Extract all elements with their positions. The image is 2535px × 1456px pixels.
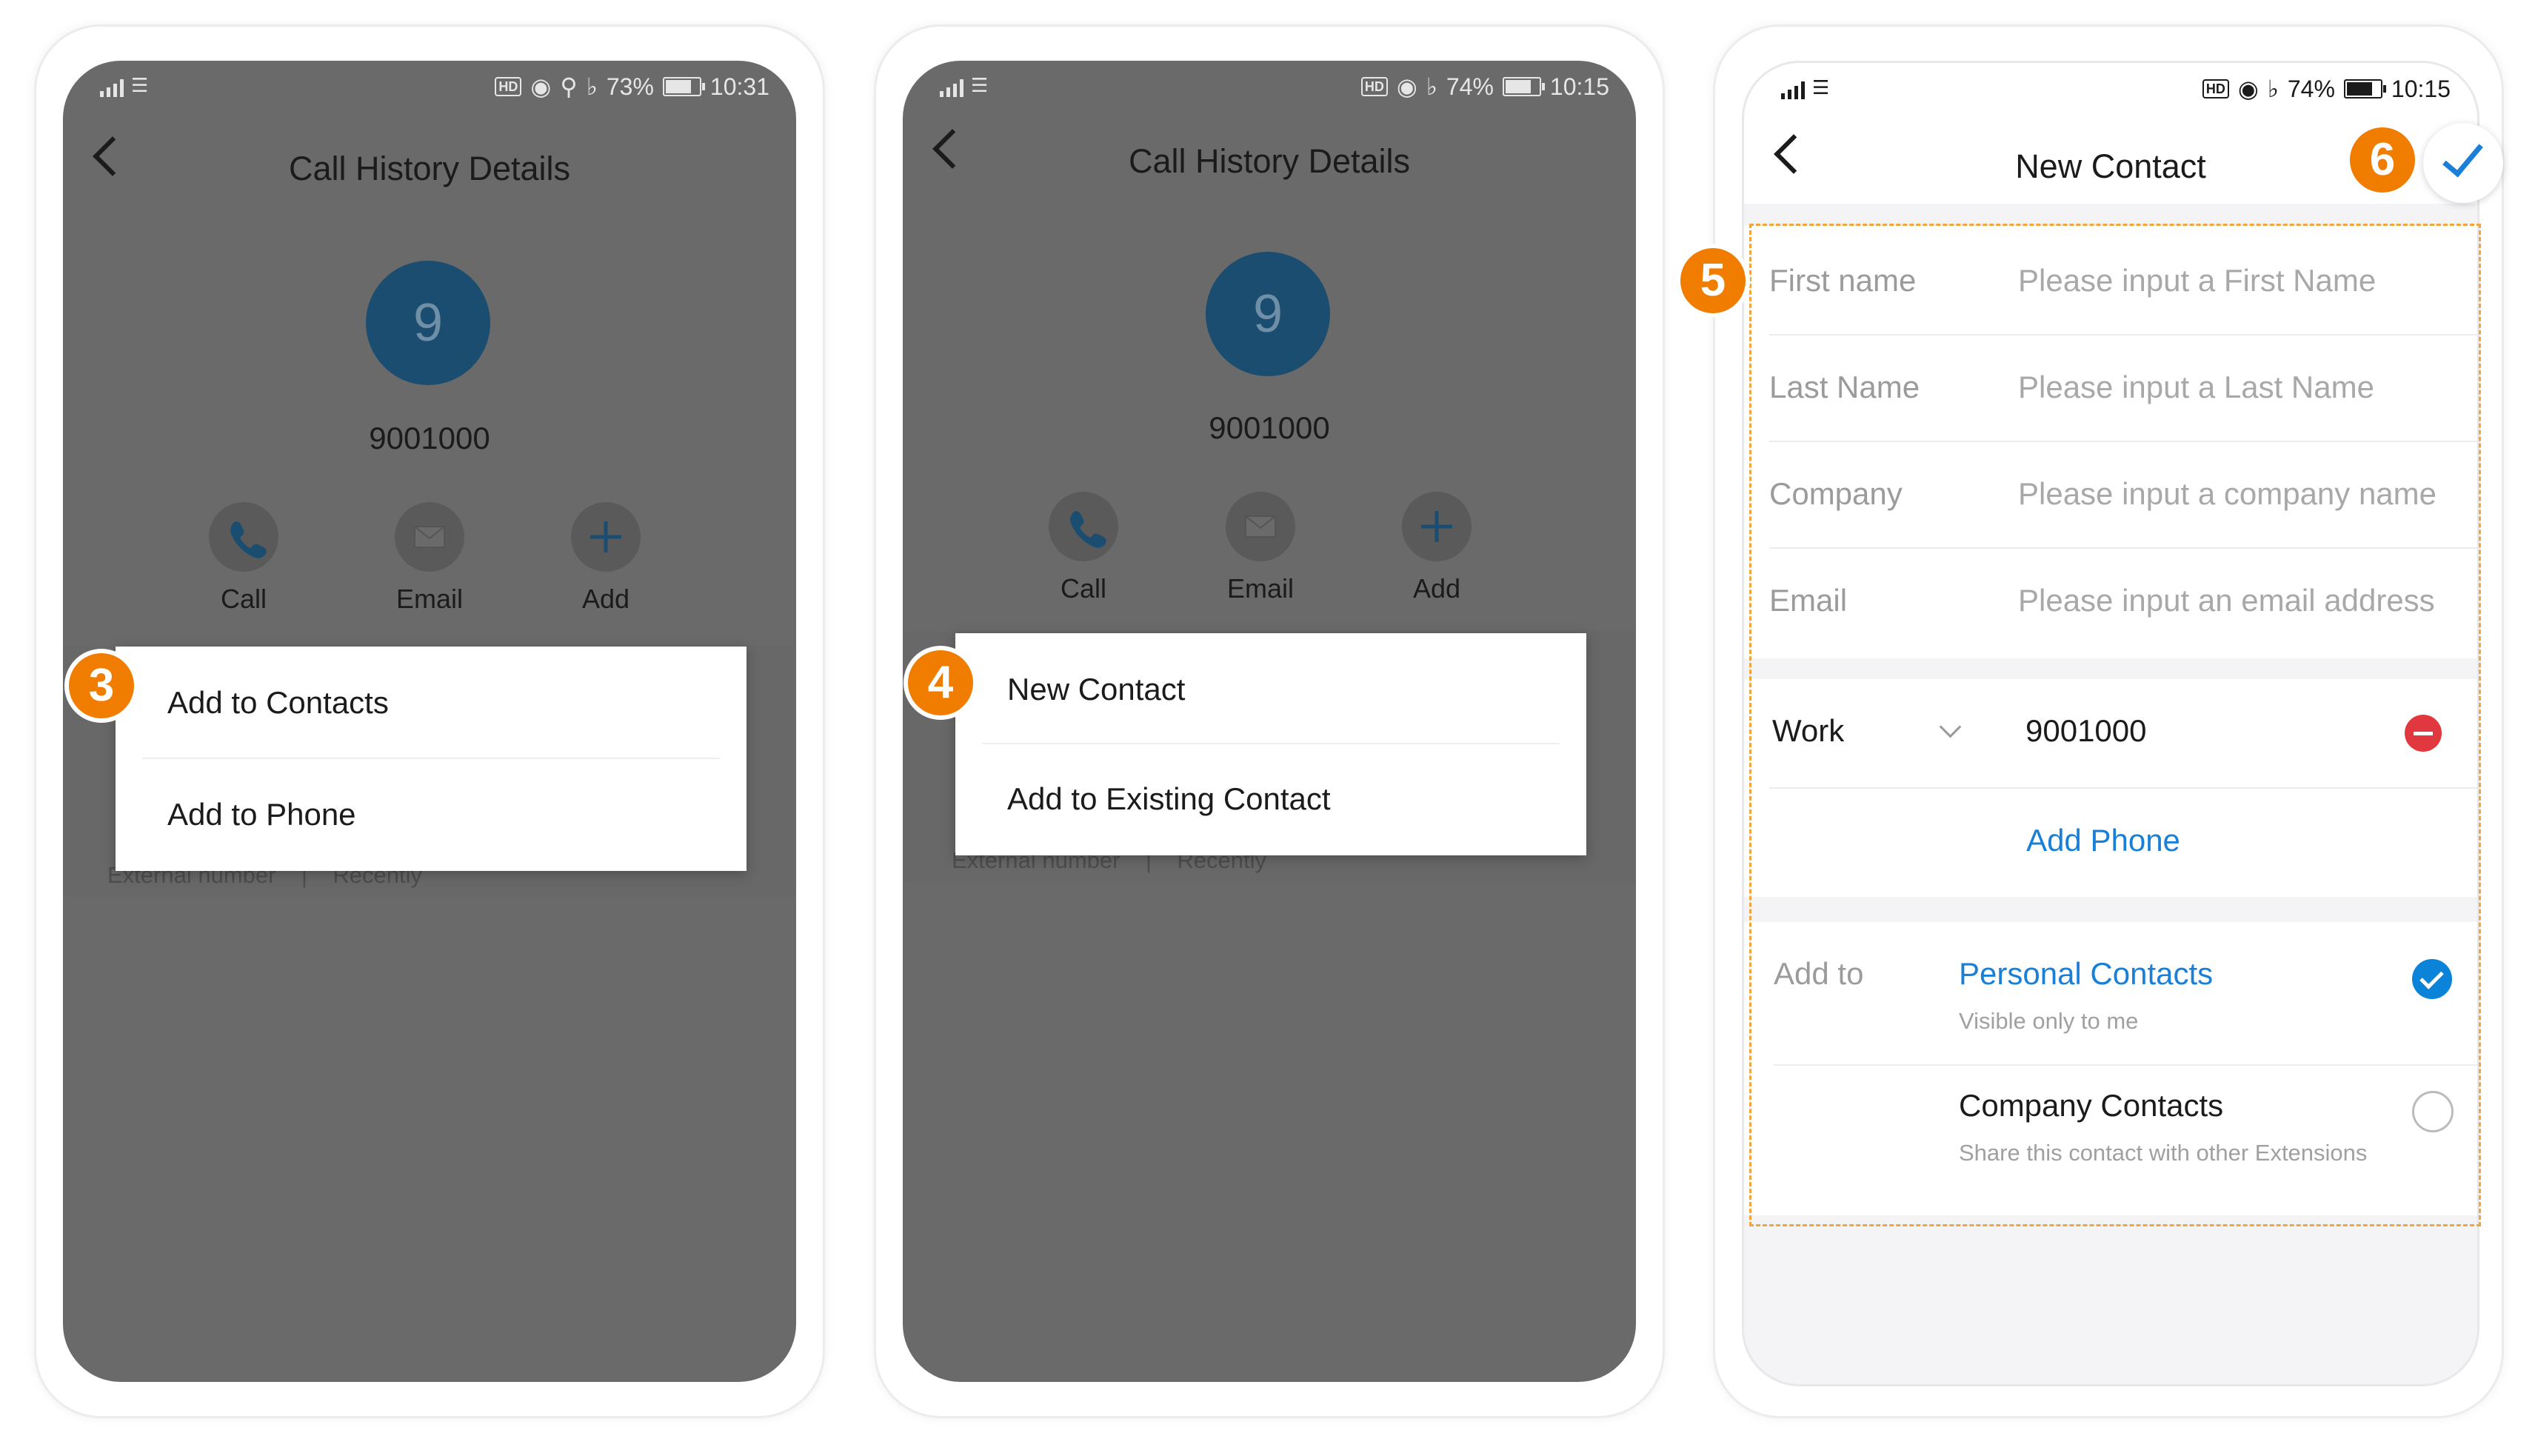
step-badge-3: 3 — [69, 653, 134, 718]
hd-icon: HD — [495, 77, 522, 96]
clock: 10:15 — [2391, 75, 2451, 102]
step-badge-4: 4 — [908, 650, 973, 715]
menu-divider — [142, 758, 720, 759]
menu-item-add-to-existing[interactable]: Add to Existing Contact — [1007, 781, 1331, 817]
envelope-icon — [1226, 492, 1295, 561]
battery-percent: 74% — [2287, 75, 2335, 102]
call-label: Call — [1060, 573, 1106, 604]
eye-icon: ◉ — [1396, 73, 1417, 100]
add-action[interactable]: Add — [532, 502, 680, 615]
new-contact-menu: New Contact Add to Existing Contact — [955, 633, 1586, 855]
envelope-icon — [395, 502, 464, 572]
battery-percent: 74% — [1446, 73, 1494, 100]
clock: 10:31 — [709, 73, 769, 100]
menu-divider — [982, 743, 1560, 744]
avatar: 9 — [1206, 252, 1330, 376]
status-bar: ☰ HD ◉ ♭ 74% 10:15 — [1744, 63, 2477, 115]
avatar: 9 — [366, 261, 490, 385]
mute-bell-icon: ♭ — [1426, 73, 1437, 100]
email-label: Email — [395, 584, 464, 614]
signal-icon: ☰ — [1781, 76, 1829, 99]
add-label: Add — [581, 584, 630, 614]
menu-item-add-to-contacts[interactable]: Add to Contacts — [167, 685, 389, 721]
plus-icon — [571, 502, 641, 572]
add-contact-menu: Add to Contacts Add to Phone — [116, 647, 747, 871]
plus-icon — [1402, 492, 1472, 561]
contact-number: 9001000 — [369, 421, 490, 455]
step-badge-6: 6 — [2350, 127, 2415, 193]
eye-icon: ◉ — [530, 73, 552, 100]
wifi-icon: ☰ — [971, 74, 989, 96]
wifi-icon: ☰ — [1812, 76, 1830, 98]
page-title: Call History Details — [1128, 142, 1411, 180]
hd-icon: HD — [1360, 77, 1388, 96]
step-badge-5: 5 — [1680, 248, 1746, 313]
contact-number: 9001000 — [1209, 410, 1330, 445]
email-label: Email — [1226, 573, 1295, 604]
save-checkmark-button[interactable] — [2423, 123, 2503, 203]
battery-icon — [2343, 79, 2386, 98]
battery-percent: 73% — [606, 73, 654, 100]
add-action[interactable]: Add — [1363, 492, 1511, 604]
phone-icon — [1049, 492, 1118, 561]
email-action[interactable]: Email — [1186, 492, 1335, 604]
email-action[interactable]: Email — [355, 502, 504, 615]
status-bar: ☰ HD ◉ ⚲ ♭ 73% 10:31 — [63, 61, 796, 113]
mute-bell-icon: ♭ — [586, 73, 598, 100]
location-icon: ⚲ — [560, 73, 578, 100]
phone-icon — [209, 502, 278, 572]
battery-icon — [662, 77, 705, 96]
call-action[interactable]: Call — [1009, 492, 1158, 604]
call-action[interactable]: Call — [170, 502, 318, 615]
hd-icon: HD — [2202, 79, 2229, 98]
signal-icon: ☰ — [940, 74, 988, 97]
page-title: Call History Details — [288, 150, 571, 187]
clock: 10:15 — [1549, 73, 1609, 100]
menu-item-add-to-phone[interactable]: Add to Phone — [167, 797, 356, 832]
battery-icon — [1502, 77, 1545, 96]
wifi-icon: ☰ — [131, 74, 149, 96]
highlight-box-form — [1749, 224, 2481, 1226]
call-label: Call — [220, 584, 267, 614]
signal-icon: ☰ — [100, 74, 148, 97]
add-label: Add — [1412, 573, 1461, 604]
menu-item-new-contact[interactable]: New Contact — [1007, 672, 1185, 707]
mute-bell-icon: ♭ — [2267, 76, 2279, 102]
eye-icon: ◉ — [2237, 76, 2259, 102]
status-bar: ☰ HD ◉ ♭ 74% 10:15 — [903, 61, 1636, 113]
